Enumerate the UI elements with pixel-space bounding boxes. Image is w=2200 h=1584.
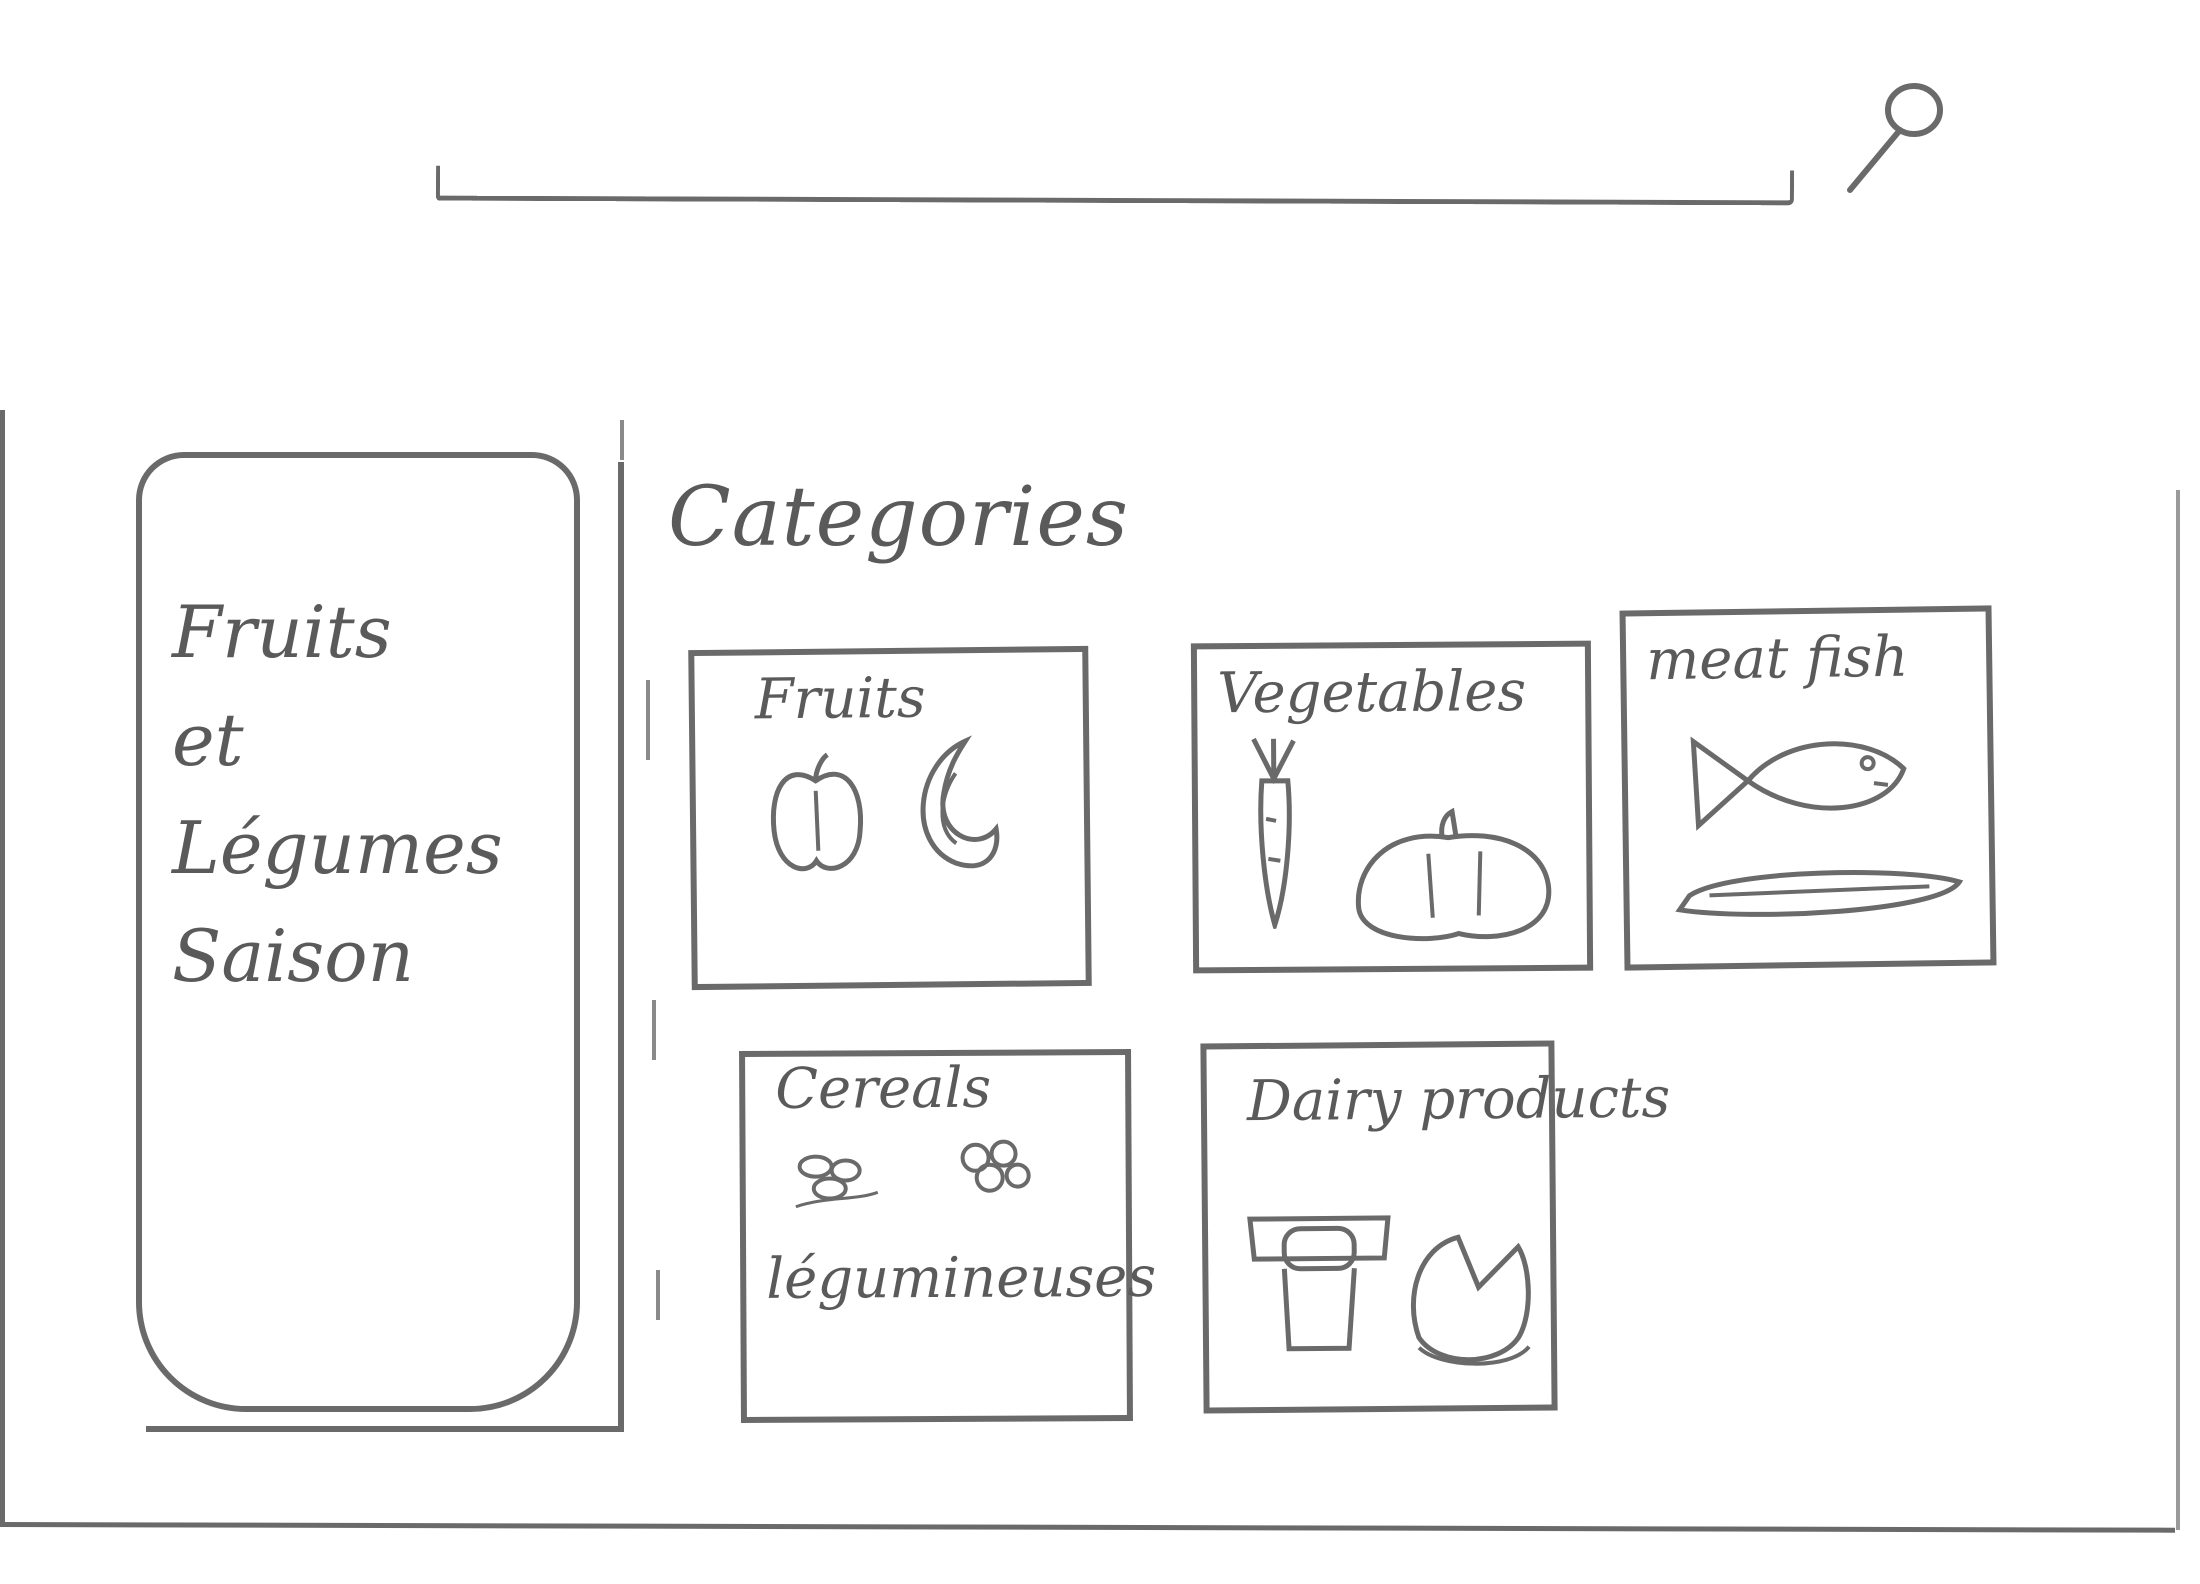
search-input[interactable] [449,167,1781,199]
grain-icon [795,1154,879,1209]
category-label: meat fish [1645,624,1909,694]
fish-icon [1690,736,1907,831]
category-label: Cereals [775,1055,992,1122]
divider [620,420,624,460]
meat-icon [1675,869,1964,917]
category-vegetables[interactable]: Vegetables [1190,640,1594,974]
cheese-icon [1410,1234,1531,1366]
category-fruits[interactable]: Fruits [688,645,1092,991]
category-label: Fruits [754,665,926,733]
divider [652,1000,656,1060]
carrot-icon [1251,737,1296,930]
category-dairy[interactable]: Dairy products [1200,1040,1670,1414]
divider [646,680,650,760]
season-banner-title: Fruits et Légumes Saison [172,590,503,998]
divider [656,1270,660,1320]
category-cereals[interactable]: Cereals légumineuses [739,1048,1156,1424]
apple-icon [770,752,864,872]
banana-icon [920,735,1000,869]
search-bar[interactable] [435,165,1795,206]
categories-heading: Categories [668,470,1129,565]
category-meat-fish[interactable]: meat fish [1619,605,1997,971]
yogurt-icon [1247,1215,1391,1352]
grain-icon [960,1139,1031,1193]
category-label: Dairy products [1246,1065,1671,1135]
category-label-secondary: légumineuses [766,1244,1157,1312]
search-icon[interactable] [1838,72,1958,202]
pumpkin-icon [1355,807,1552,942]
season-banner[interactable]: Fruits et Légumes Saison [136,452,580,1412]
category-label: Vegetables [1216,659,1527,727]
